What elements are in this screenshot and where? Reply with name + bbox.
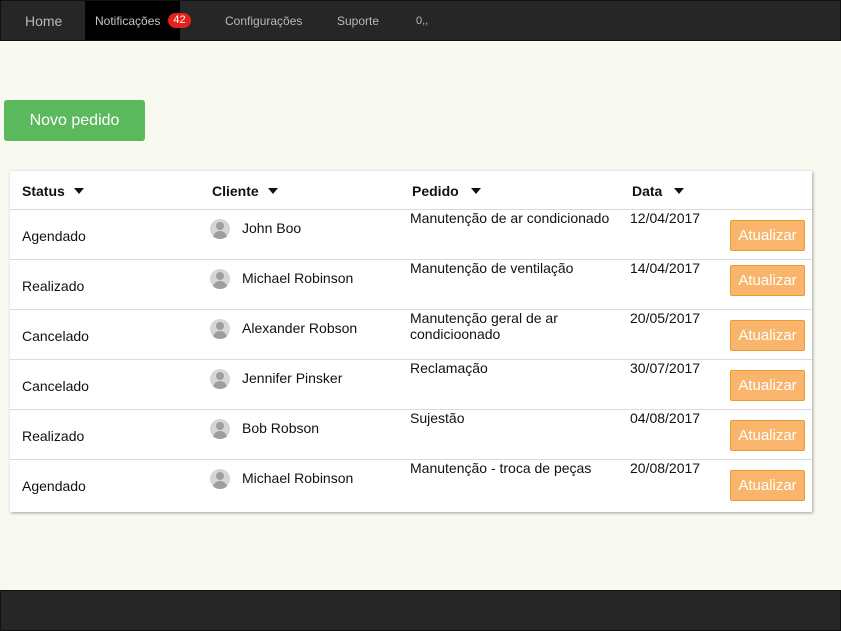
avatar-icon	[210, 269, 230, 289]
client-cell: Bob Robson	[242, 420, 320, 436]
column-header-order-label: Pedido	[412, 183, 459, 199]
table-row: Agendado Michael Robinson Manutenção - t…	[10, 460, 812, 510]
order-cell: Manutenção - troca de peças	[410, 460, 592, 476]
update-button[interactable]: Atualizar	[730, 265, 805, 296]
sort-caret-icon	[470, 188, 481, 194]
table-row: Cancelado Jennifer Pinsker Reclamação 30…	[10, 360, 812, 410]
nav-notifications-label: Notificações	[95, 13, 161, 28]
nav-support-label: Suporte	[337, 13, 380, 28]
status-cell: Agendado	[22, 478, 86, 494]
update-button[interactable]: Atualizar	[730, 370, 805, 401]
table-row: Realizado Bob Robson Sujestão 04/08/2017…	[10, 410, 812, 460]
nav-settings-label: Configurações	[225, 13, 303, 28]
nav-extra-label: 0,,	[416, 14, 429, 27]
update-button[interactable]: Atualizar	[730, 470, 805, 501]
client-cell: Michael Robinson	[242, 470, 354, 486]
avatar-icon	[210, 369, 230, 389]
column-header-date-label: Data	[632, 183, 663, 199]
date-cell: 14/04/2017	[630, 260, 701, 276]
client-cell: Michael Robinson	[242, 270, 354, 286]
status-cell: Cancelado	[22, 378, 89, 394]
orders-table: Status Cliente Pedido Data Agendado John…	[10, 171, 812, 512]
client-cell: John Boo	[242, 220, 302, 236]
order-cell: Manutenção de ar condicionado	[410, 210, 610, 226]
nav-notifications-link[interactable]: Notificações 42	[85, 1, 191, 40]
date-cell: 20/05/2017	[630, 310, 701, 326]
nav-home-link[interactable]: Home	[1, 1, 85, 40]
table-header: Status Cliente Pedido Data	[10, 171, 812, 210]
nav-settings-link[interactable]: Configurações	[180, 1, 337, 40]
status-cell: Realizado	[22, 428, 85, 444]
column-header-order[interactable]: Pedido	[412, 183, 481, 199]
column-header-client[interactable]: Cliente	[212, 183, 278, 199]
avatar-icon	[210, 419, 230, 439]
column-header-status[interactable]: Status	[22, 183, 84, 199]
update-button[interactable]: Atualizar	[730, 220, 805, 251]
date-cell: 04/08/2017	[630, 410, 701, 426]
footer-bar	[0, 590, 841, 631]
update-button[interactable]: Atualizar	[730, 320, 805, 351]
nav-support-link[interactable]: Suporte	[337, 1, 416, 40]
avatar-icon	[210, 319, 230, 339]
order-cell: Reclamação	[410, 360, 488, 376]
sort-caret-icon	[674, 188, 685, 194]
update-button[interactable]: Atualizar	[730, 420, 805, 451]
date-cell: 12/04/2017	[630, 210, 701, 226]
date-cell: 30/07/2017	[630, 360, 701, 376]
status-cell: Realizado	[22, 278, 85, 294]
status-cell: Cancelado	[22, 328, 89, 344]
sort-caret-icon	[267, 188, 278, 194]
avatar-icon	[210, 469, 230, 489]
new-order-button[interactable]: Novo pedido	[4, 100, 145, 141]
avatar-icon	[210, 219, 230, 239]
nav-home-label: Home	[25, 12, 63, 29]
column-header-client-label: Cliente	[212, 183, 259, 199]
date-cell: 20/08/2017	[630, 460, 701, 476]
order-cell: Manutenção de ventilação	[410, 260, 574, 276]
sort-caret-icon	[73, 188, 84, 194]
column-header-status-label: Status	[22, 183, 65, 199]
top-navbar: Home Notificações 42 Configurações Supor…	[0, 0, 841, 41]
status-cell: Agendado	[22, 228, 86, 244]
client-cell: Alexander Robson	[242, 320, 358, 336]
order-cell: Manutenção geral de ar condicioonado	[410, 310, 558, 342]
nav-extra-link[interactable]: 0,,	[416, 1, 428, 40]
table-row: Cancelado Alexander Robson Manutenção ge…	[10, 310, 812, 360]
column-header-date[interactable]: Data	[632, 183, 685, 199]
client-cell: Jennifer Pinsker	[242, 370, 343, 386]
table-row: Realizado Michael Robinson Manutenção de…	[10, 260, 812, 310]
order-cell: Sujestão	[410, 410, 465, 426]
table-row: Agendado John Boo Manutenção de ar condi…	[10, 210, 812, 260]
